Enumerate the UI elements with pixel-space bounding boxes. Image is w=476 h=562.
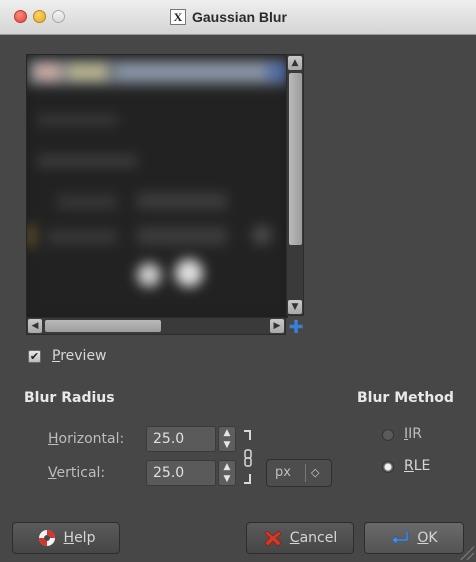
cancel-label: Cancel — [289, 530, 338, 546]
scroll-right-icon[interactable]: ▶ — [270, 319, 284, 333]
blur-method-heading: Blur Method — [357, 390, 454, 406]
horizontal-input[interactable]: 25.0 — [146, 426, 216, 452]
preview-label[interactable]: Preview — [52, 348, 107, 364]
resize-grip-icon[interactable] — [460, 546, 474, 560]
title-bar: X Gaussian Blur — [0, 0, 476, 35]
close-window-icon[interactable] — [14, 10, 27, 23]
blur-radius-heading: Blur Radius — [24, 390, 115, 406]
gaussian-blur-dialog: X Gaussian Blur ▲ ▼ ◀ ▶ ✚ ✔ Preview Blur… — [0, 0, 476, 562]
decrement-icon[interactable]: ▼ — [219, 439, 235, 451]
unit-select[interactable]: px ◇ — [266, 459, 332, 487]
horizontal-stepper[interactable]: ▲ ▼ — [218, 426, 236, 452]
vertical-label: Vertical: — [48, 465, 106, 481]
four-way-arrow-icon[interactable]: ✚ — [288, 319, 304, 337]
vertical-input[interactable]: 25.0 — [146, 460, 216, 486]
radio-rle-label[interactable]: RLE — [404, 458, 430, 474]
blurred-preview-image — [27, 55, 287, 317]
ok-label: OK — [417, 530, 438, 546]
title-wrap: X Gaussian Blur — [170, 7, 287, 27]
radio-iir-label[interactable]: IIR — [404, 426, 422, 442]
maximize-window-icon[interactable] — [52, 10, 65, 23]
scroll-down-icon[interactable]: ▼ — [288, 300, 302, 314]
preview-area[interactable] — [26, 54, 288, 318]
cancel-button[interactable]: Cancel — [246, 522, 354, 554]
vertical-stepper[interactable]: ▲ ▼ — [218, 460, 236, 486]
scroll-up-icon[interactable]: ▲ — [288, 56, 302, 70]
scroll-left-icon[interactable]: ◀ — [28, 319, 42, 333]
chain-link-icon[interactable] — [241, 428, 255, 486]
minimize-window-icon[interactable] — [33, 10, 46, 23]
x11-app-icon: X — [170, 9, 186, 25]
enter-arrow-icon — [391, 530, 409, 545]
ok-button[interactable]: OK — [364, 522, 464, 554]
radio-rle[interactable] — [382, 461, 394, 473]
horizontal-scroll-thumb[interactable] — [45, 320, 161, 332]
help-button[interactable]: Help — [12, 522, 120, 554]
chevron-updown-icon: ◇ — [311, 466, 320, 479]
increment-icon[interactable]: ▲ — [219, 427, 235, 439]
lifebuoy-icon — [38, 530, 55, 546]
red-x-icon — [264, 530, 282, 547]
preview-vertical-scrollbar[interactable]: ▲ ▼ — [286, 54, 304, 316]
horizontal-label: Horizontal: — [48, 431, 125, 447]
help-label: Help — [63, 530, 96, 546]
window-title: Gaussian Blur — [192, 9, 287, 25]
preview-horizontal-scrollbar[interactable]: ◀ ▶ — [26, 317, 286, 335]
radio-iir[interactable] — [382, 429, 394, 441]
unit-value: px — [275, 465, 291, 480]
vertical-scroll-thumb[interactable] — [289, 73, 302, 245]
unit-divider — [305, 464, 306, 482]
decrement-icon[interactable]: ▼ — [219, 473, 235, 485]
preview-checkbox[interactable]: ✔ — [28, 350, 41, 363]
increment-icon[interactable]: ▲ — [219, 461, 235, 473]
